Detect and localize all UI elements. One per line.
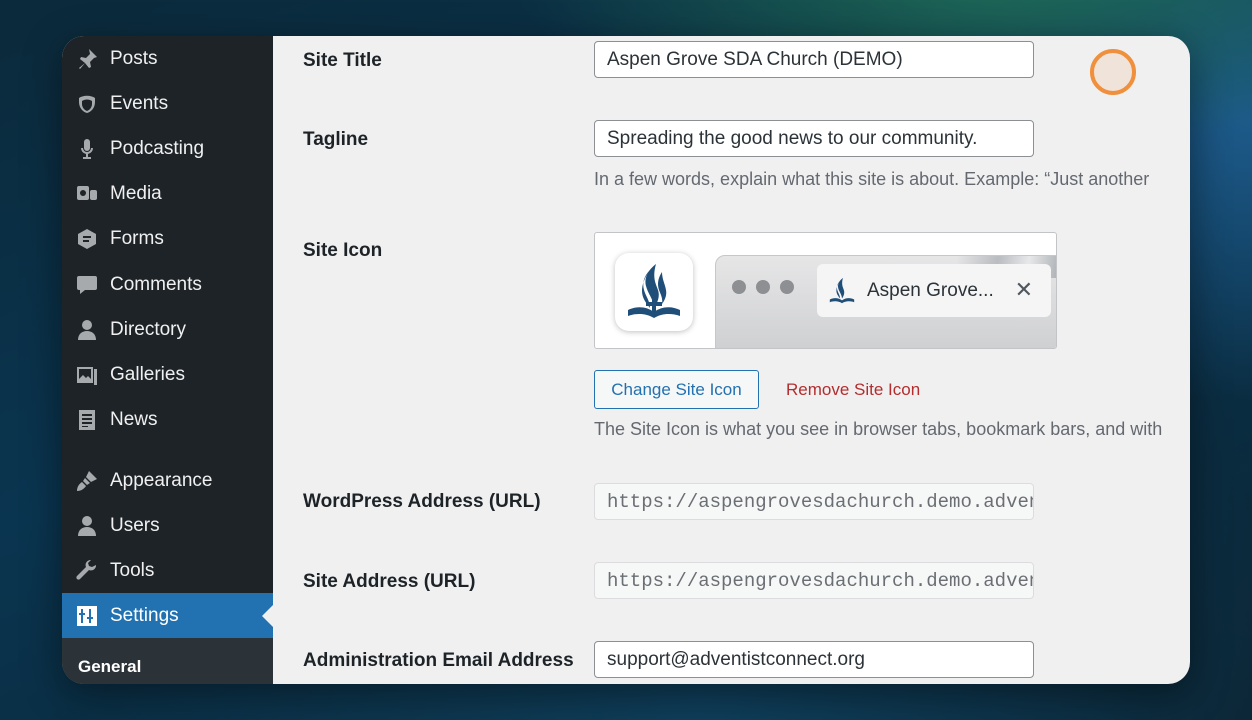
site-title-label: Site Title	[303, 50, 382, 71]
sidebar-item-news[interactable]: News	[62, 397, 273, 442]
close-icon: ✕	[1014, 277, 1033, 302]
calendar-icon	[74, 91, 100, 117]
admin-email-input[interactable]: support@adventistconnect.org	[594, 641, 1034, 678]
settings-icon	[74, 603, 100, 629]
window-dot-icon	[732, 280, 746, 294]
sidebar-item-label: Forms	[110, 227, 164, 249]
sidebar-item-galleries[interactable]: Galleries	[62, 352, 273, 397]
sidebar-item-media[interactable]: Media	[62, 171, 273, 216]
church-logo-icon	[628, 264, 680, 318]
forms-icon	[74, 226, 100, 252]
sidebar-item-label: Podcasting	[110, 137, 205, 159]
sidebar-item-label: Comments	[110, 273, 202, 295]
sidebar-item-posts[interactable]: Posts	[62, 36, 273, 81]
browser-window: Posts Events Podcasting Media Forms Comm…	[62, 36, 1190, 684]
pin-icon	[74, 46, 100, 72]
change-site-icon-button[interactable]: Change Site Icon	[594, 370, 759, 409]
remove-site-icon-link[interactable]: Remove Site Icon	[786, 380, 920, 400]
media-icon	[74, 181, 100, 207]
sidebar-item-podcasting[interactable]: Podcasting	[62, 126, 273, 171]
wordpress-address-label: WordPress Address (URL)	[303, 491, 541, 512]
settings-main: Site Title Aspen Grove SDA Church (DEMO)…	[273, 36, 1190, 684]
sidebar-item-label: Media	[110, 182, 162, 204]
wrench-icon	[74, 558, 100, 584]
browser-preview: Aspen Grove... ✕	[715, 255, 1056, 348]
window-dot-icon	[756, 280, 770, 294]
site-address-label: Site Address (URL)	[303, 571, 476, 592]
tagline-description: In a few words, explain what this site i…	[594, 169, 1150, 189]
browser-tab-preview: Aspen Grove... ✕	[817, 264, 1051, 317]
sidebar-item-settings[interactable]: Settings	[62, 593, 273, 638]
sidebar-item-label: Directory	[110, 318, 187, 340]
comment-icon	[74, 272, 100, 298]
site-icon-preview: Aspen Grove... ✕	[594, 232, 1057, 349]
sidebar-item-label: Posts	[110, 47, 158, 69]
document-icon	[74, 407, 100, 433]
sidebar-item-label: Users	[110, 514, 160, 536]
admin-email-label: Administration Email Address	[303, 650, 574, 671]
sidebar-item-directory[interactable]: Directory	[62, 307, 273, 352]
window-dot-icon	[780, 280, 794, 294]
sidebar-item-tools[interactable]: Tools	[62, 548, 273, 593]
sidebar-item-events[interactable]: Events	[62, 81, 273, 126]
sidebar-item-comments[interactable]: Comments	[62, 262, 273, 307]
users-icon	[74, 513, 100, 539]
submenu-item-general[interactable]: General	[78, 657, 141, 677]
sidebar-item-appearance[interactable]: Appearance	[62, 458, 273, 503]
sidebar-item-label: Appearance	[110, 469, 213, 491]
sidebar-item-forms[interactable]: Forms	[62, 216, 273, 261]
tagline-label: Tagline	[303, 129, 369, 150]
tagline-input[interactable]: Spreading the good news to our community…	[594, 120, 1034, 157]
site-icon-label: Site Icon	[303, 240, 383, 261]
site-icon-description: The Site Icon is what you see in browser…	[594, 419, 1163, 439]
wordpress-address-input[interactable]: https://aspengrovesdachurch.demo.adventi	[594, 483, 1034, 520]
tab-title: Aspen Grove...	[867, 279, 994, 301]
sidebar-item-label: Galleries	[110, 363, 185, 385]
sidebar-item-label: Events	[110, 92, 169, 114]
microphone-icon	[74, 136, 100, 162]
site-address-input[interactable]: https://aspengrovesdachurch.demo.adventi	[594, 562, 1034, 599]
app-icon-tile	[615, 253, 693, 331]
sidebar-item-label: News	[110, 408, 158, 430]
admin-sidebar: Posts Events Podcasting Media Forms Comm…	[62, 36, 273, 684]
settings-submenu: General	[62, 638, 273, 684]
sidebar-item-users[interactable]: Users	[62, 503, 273, 548]
sidebar-item-label: Tools	[110, 559, 155, 581]
cursor-highlight	[1090, 49, 1136, 95]
site-title-input[interactable]: Aspen Grove SDA Church (DEMO)	[594, 41, 1034, 78]
church-logo-icon	[829, 277, 855, 303]
gallery-icon	[74, 362, 100, 388]
user-icon	[74, 317, 100, 343]
sidebar-item-label: Settings	[110, 604, 179, 626]
active-indicator-arrow	[262, 605, 273, 627]
brush-icon	[74, 468, 100, 494]
